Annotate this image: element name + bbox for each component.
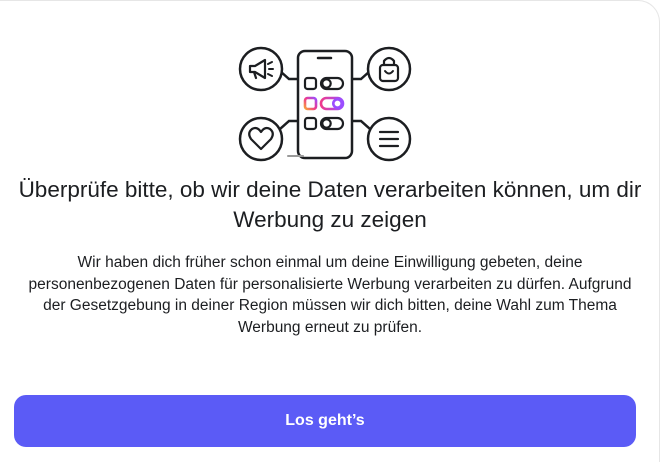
dialog-title: Überprüfe bitte, ob wir deine Daten vera…	[18, 177, 642, 232]
menu-lines-icon	[366, 116, 412, 162]
get-started-button[interactable]: Los geht’s	[14, 395, 636, 447]
dialog-description: Wir haben dich früher schon einmal um de…	[28, 254, 632, 336]
shopping-bag-icon	[366, 46, 412, 92]
consent-dialog: Überprüfe bitte, ob wir deine Daten vera…	[0, 0, 660, 462]
ads-consent-illustration	[237, 41, 413, 165]
phone-icon	[287, 49, 354, 160]
heart-icon	[238, 116, 284, 162]
megaphone-icon	[238, 46, 284, 92]
get-started-button-label: Los geht’s	[285, 412, 365, 429]
